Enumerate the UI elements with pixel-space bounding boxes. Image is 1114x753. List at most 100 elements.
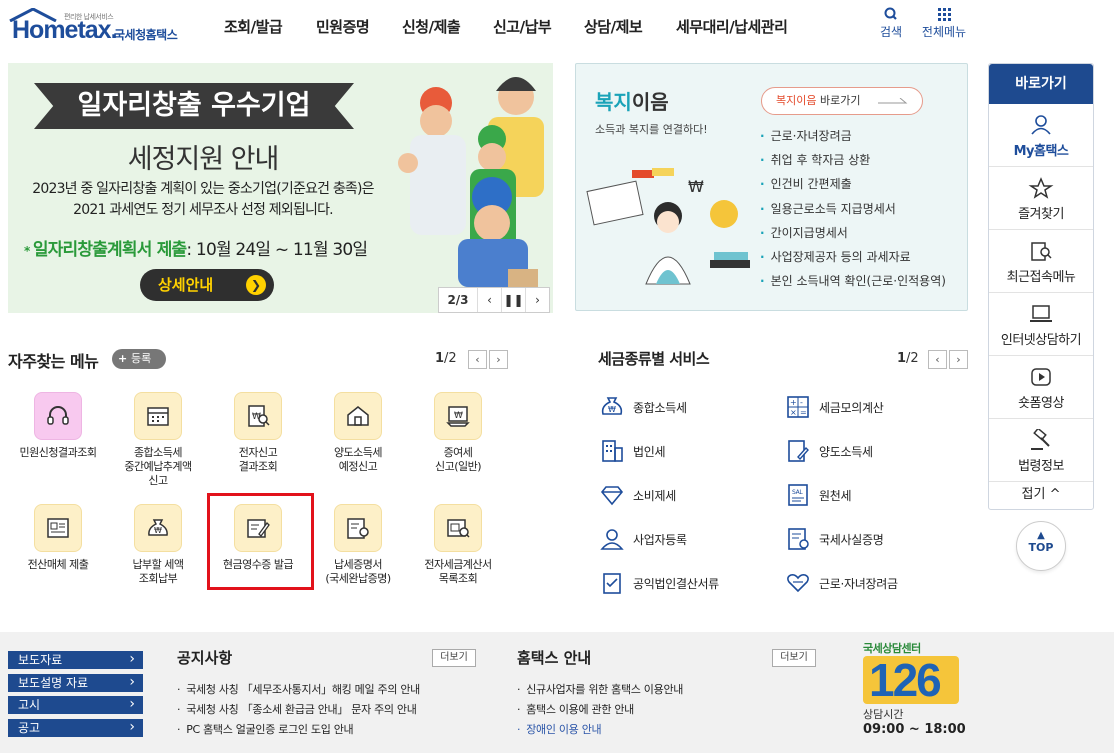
diamond-icon <box>600 486 624 506</box>
welfare-go-button[interactable]: 복지이음 바로가기 <box>761 87 923 115</box>
tax-service-pagination: 1/2 <box>897 351 919 366</box>
tax-public-corp-settlement[interactable]: 공익법인결산서류 <box>603 573 719 594</box>
welfare-item[interactable]: 간이지급명세서 <box>760 221 946 245</box>
tax-business-registration[interactable]: 사업자등록 <box>600 529 687 550</box>
guide-item[interactable]: 장애인 이용 안내 <box>517 720 683 740</box>
banner-detail-label: 상세안내 <box>158 276 214 294</box>
quick-menu-label: 종합소득세 <box>133 446 183 459</box>
quick-menu-e-invoice-list[interactable]: 전자세금계산서 목록조회 <box>408 504 508 586</box>
quick-shortform-video[interactable]: 숏폼영상 <box>989 356 1093 419</box>
tax-transfer-income[interactable]: 양도소득세 <box>788 440 873 462</box>
tax-withholding[interactable]: SAL 원천세 <box>788 484 852 506</box>
welfare-item[interactable]: 사업장제공자 등의 과세자료 <box>760 245 946 269</box>
welfare-item[interactable]: 본인 소득내역 확인(근로·인적용역) <box>760 269 946 293</box>
welfare-item[interactable]: 인건비 간편제출 <box>760 172 946 196</box>
tax-fact-certificate[interactable]: 국세사실증명 <box>788 528 884 550</box>
notice-item[interactable]: PC 홈택스 얼굴인증 로그인 도입 안내 <box>177 720 420 740</box>
workers-illustration <box>398 77 544 287</box>
money-bag-icon: ₩ <box>134 504 182 552</box>
banner-next-button[interactable]: › <box>525 288 549 312</box>
svg-text:₩: ₩ <box>688 177 704 196</box>
tax-service-label: 법인세 <box>633 445 666 459</box>
tax-service-label: 세금모의계산 <box>819 401 884 415</box>
tax-service-label: 양도소득세 <box>819 445 873 459</box>
quick-menu-label: (국세완납증명) <box>325 572 391 585</box>
banner-prev-button[interactable]: ‹ <box>477 288 501 312</box>
calculator-icon: + -× = <box>787 396 809 418</box>
full-menu-button[interactable]: 전체메뉴 <box>918 6 970 40</box>
guide-item[interactable]: 신규사업자를 위한 홈택스 이용안내 <box>517 680 683 700</box>
svg-text:+: + <box>790 398 796 407</box>
frequent-prev-button[interactable]: ‹ <box>468 350 487 369</box>
quick-menu-label: 납부할 세액 <box>132 558 184 571</box>
quick-law-info[interactable]: 법령정보 <box>989 419 1093 482</box>
quick-my-hometax[interactable]: My홈택스 <box>989 104 1093 167</box>
quick-menu-income-tax-interim[interactable]: 종합소득세 중간예납추계액 신고 <box>108 392 208 488</box>
tax-earned-income-credit[interactable]: 근로·자녀장려금 <box>787 574 898 593</box>
quick-menu-gift-tax[interactable]: ₩ 증여세 신고(일반) <box>408 392 508 474</box>
footer-link-press[interactable]: 보도자료 <box>8 650 143 669</box>
quick-internet-consult[interactable]: 인터넷상담하기 <box>989 293 1093 356</box>
footer-link-notice[interactable]: 고시 <box>8 695 143 714</box>
full-menu-label: 전체메뉴 <box>921 25 967 39</box>
quick-menu-tax-payment[interactable]: ₩ 납부할 세액 조회납부 <box>108 504 208 586</box>
banner-title: 일자리창출 우수기업 <box>34 83 354 129</box>
welfare-list: 근로·자녀장려금 취업 후 학자금 상환 인건비 간편제출 일용근로소득 지급명… <box>760 124 946 293</box>
tax-service-next-button[interactable]: › <box>949 350 968 369</box>
footer-link-announcement[interactable]: 공고 <box>8 718 143 737</box>
quick-menu-e-filing-result[interactable]: ₩ 전자신고 결과조회 <box>208 392 308 474</box>
quick-menu-tax-payment-certificate[interactable]: 납세증명서 (국세완납증명) <box>308 504 408 586</box>
quick-fold-button[interactable]: 접기 ^ <box>989 482 1093 508</box>
main-banner[interactable]: 일자리창출 우수기업 세정지원 안내 2023년 중 일자리창출 계획이 있는 … <box>8 63 553 313</box>
nav-consult[interactable]: 상담/제보 <box>584 16 643 37</box>
welfare-item[interactable]: 근로·자녀장려금 <box>760 124 946 148</box>
guide-more-button[interactable]: 더보기 <box>772 649 816 667</box>
highlight-box <box>207 493 314 590</box>
search-button[interactable]: 검색 <box>871 6 911 40</box>
banner-pause-button[interactable]: ❚❚ <box>501 288 525 312</box>
top-button[interactable]: ▲ TOP <box>1016 521 1066 571</box>
notice-item[interactable]: 국세청 사칭 「종소세 환급금 안내」 문자 주의 안내 <box>177 700 420 720</box>
guide-item[interactable]: 홈택스 이용에 관한 안내 <box>517 700 683 720</box>
quick-menu-transfer-tax[interactable]: 양도소득세 예정신고 <box>308 392 408 474</box>
star-icon <box>1028 177 1054 199</box>
nav-certificate[interactable]: 민원증명 <box>316 16 370 37</box>
quick-menu-complaint-result[interactable]: 민원신청결과조회 <box>8 392 108 460</box>
tax-consumption[interactable]: 소비제세 <box>600 486 676 506</box>
gift-document-icon: ₩ <box>434 392 482 440</box>
notice-item[interactable]: 국세청 사칭 「세무조사통지서」해킹 메일 주의 안내 <box>177 680 420 700</box>
nav-tax-agent[interactable]: 세무대리/납세관리 <box>676 16 788 37</box>
footer-link-press-explain[interactable]: 보도설명 자료 <box>8 673 143 692</box>
tax-simulation[interactable]: + - × = 세금모의계산 <box>787 396 884 418</box>
search-label: 검색 <box>879 25 903 39</box>
tax-comprehensive-income[interactable]: ₩ 종합소득세 <box>601 397 687 416</box>
welfare-item[interactable]: 취업 후 학자금 상환 <box>760 148 946 172</box>
tax-corporate[interactable]: 법인세 <box>602 440 666 462</box>
quick-menu-media-submit[interactable]: 전산매체 제출 <box>8 504 108 572</box>
quick-item-label: 인터넷상담하기 <box>1000 333 1082 348</box>
document-edit-icon <box>788 440 809 462</box>
banner-detail-button[interactable]: 상세안내 ❯ <box>140 269 274 301</box>
banner-date-range: : 10월 24일 ~ 11월 30일 <box>186 240 368 260</box>
hometax-logo[interactable]: 편리한 납세서비스 Hometax. 국세청홈택스 <box>6 6 196 46</box>
notice-more-button[interactable]: 더보기 <box>432 649 476 667</box>
quick-favorites[interactable]: 즐겨찾기 <box>989 167 1093 230</box>
svg-text:=: = <box>800 408 806 417</box>
quick-menu-label: 납세증명서 <box>333 558 383 571</box>
notice-list: 국세청 사칭 「세무조사통지서」해킹 메일 주의 안내 국세청 사칭 「종소세 … <box>177 680 420 740</box>
tax-service-label: 국세사실증명 <box>819 533 884 547</box>
quick-menu-label: 예정신고 <box>338 460 378 473</box>
nav-application[interactable]: 신청/제출 <box>402 16 461 37</box>
nav-inquiry[interactable]: 조회/발급 <box>224 16 283 37</box>
quick-menu-label: 조회납부 <box>138 572 178 585</box>
tax-service-prev-button[interactable]: ‹ <box>928 350 947 369</box>
call-center-hours: 09:00 ~ 18:00 <box>863 722 966 737</box>
banner-subtitle: 세정지원 안내 <box>127 144 280 175</box>
frequent-next-button[interactable]: › <box>489 350 508 369</box>
quick-recent-menu[interactable]: 최근접속메뉴 <box>989 230 1093 293</box>
welfare-item[interactable]: 일용근로소득 지급명세서 <box>760 197 946 221</box>
nav-report-payment[interactable]: 신고/납부 <box>493 16 552 37</box>
register-button[interactable]: + 등록 <box>112 349 166 369</box>
register-label: 등록 <box>131 352 152 365</box>
banner-date: * 일자리창출계획서 제출: 10월 24일 ~ 11월 30일 <box>24 235 368 260</box>
